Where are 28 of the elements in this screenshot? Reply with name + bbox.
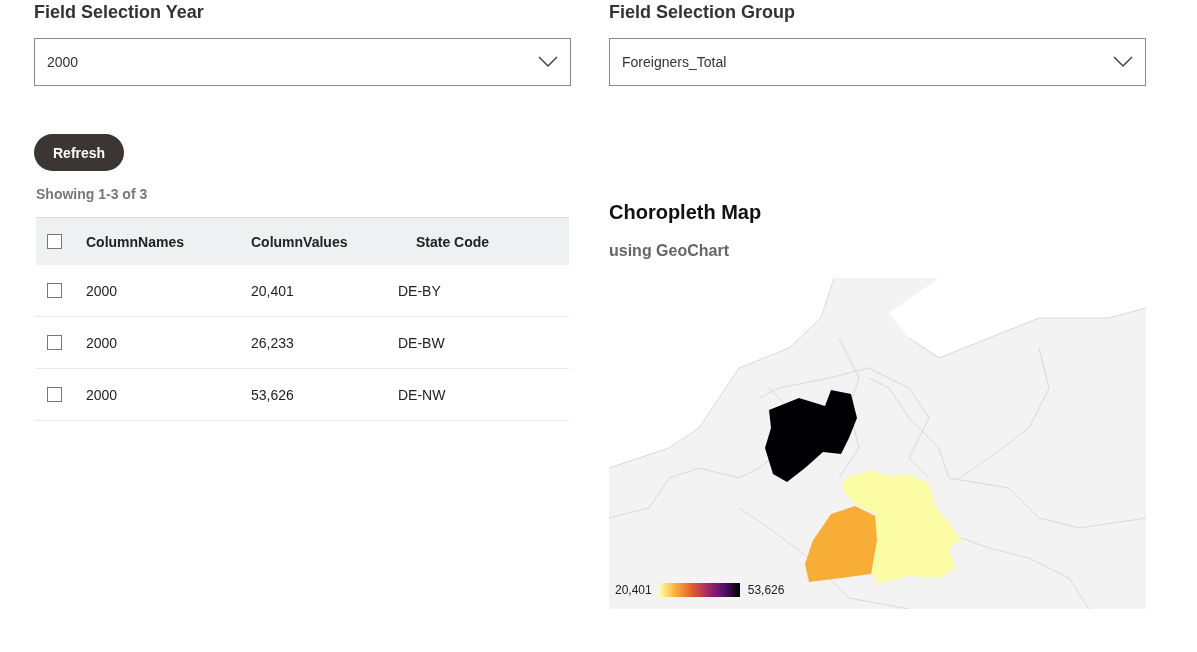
group-dropdown[interactable]: Foreigners_Total <box>609 38 1146 86</box>
table-cell: DE-BY <box>398 282 441 299</box>
select-all-checkbox[interactable] <box>47 234 62 249</box>
table-cell-text: 20,401 <box>251 282 295 299</box>
table-cell-text: 53,626 <box>251 386 295 403</box>
column-header: State Code <box>416 233 490 250</box>
legend-min-label: 20,401 <box>615 583 652 597</box>
chevron-down-icon <box>538 56 558 68</box>
field-label: Field Selection Group <box>609 2 797 24</box>
refresh-button[interactable]: Refresh <box>34 134 125 171</box>
pagination-summary: Showing 1-3 of 3 <box>36 186 149 202</box>
column-header: ColumnValues <box>251 233 349 250</box>
row-checkbox[interactable] <box>47 387 62 402</box>
map-title: Choropleth Map <box>609 201 763 224</box>
table-cell-text: 2000 <box>86 334 119 351</box>
table-cell-text: 2000 <box>86 386 119 403</box>
year-dropdown[interactable]: 2000 <box>34 38 571 86</box>
table-cell-text: 26,233 <box>251 334 295 351</box>
legend-max-label: 53,626 <box>747 583 785 597</box>
table-cell: DE-BW <box>398 334 445 351</box>
map-subtitle: using GeoChart <box>609 242 730 260</box>
field-label: Field Selection Year <box>34 2 205 24</box>
table-cell: DE-NW <box>398 386 446 403</box>
table-cell-text: 2000 <box>86 282 119 299</box>
row-checkbox[interactable] <box>47 283 62 298</box>
chevron-down-icon <box>1113 56 1133 68</box>
column-header: ColumnNames <box>86 233 186 250</box>
row-checkbox[interactable] <box>47 335 62 350</box>
